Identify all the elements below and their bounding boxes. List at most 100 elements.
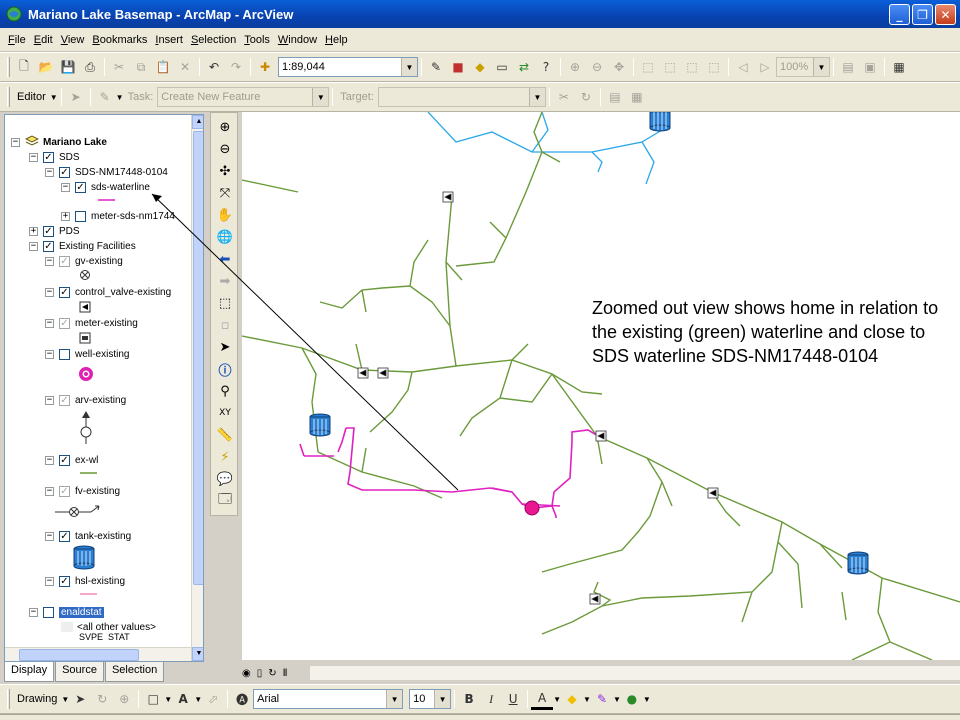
rectangle-icon[interactable]: □ — [142, 688, 164, 710]
collapse-icon[interactable]: − — [61, 182, 70, 192]
collapse-icon[interactable]: − — [45, 395, 54, 405]
chevron-down-icon[interactable]: ▼ — [613, 695, 621, 704]
chevron-down-icon[interactable]: ▼ — [813, 58, 829, 76]
clear-selection-icon[interactable]: ▫ — [214, 315, 236, 335]
toolbar-grip[interactable] — [7, 87, 10, 107]
toc-layer-tank[interactable]: − ✓ tank-existing — [45, 529, 131, 543]
chevron-down-icon[interactable]: ▼ — [116, 93, 124, 102]
toc-layer-enaldstat[interactable]: − enaldstat — [29, 605, 104, 619]
bold-button[interactable]: B — [458, 688, 480, 710]
cut-icon[interactable]: ✂ — [108, 56, 130, 78]
toc-layer-arv[interactable]: − ✓ arv-existing — [45, 393, 126, 407]
layer-checkbox[interactable] — [59, 348, 70, 360]
identify-icon[interactable]: ⓘ — [214, 359, 236, 379]
layout-view-icon[interactable]: ▯ — [257, 668, 263, 679]
toc-layer-meter-sds[interactable]: + meter-sds-nm1744 — [61, 209, 175, 223]
map-horizontal-scrollbar[interactable] — [310, 666, 960, 680]
minimize-button[interactable]: _ — [889, 4, 910, 25]
pan-hand-icon[interactable]: ✋ — [214, 205, 236, 225]
go-to-xy-icon[interactable]: XY — [214, 403, 236, 423]
close-button[interactable]: ✕ — [935, 4, 956, 25]
chevron-down-icon[interactable]: ▼ — [401, 58, 417, 76]
layer-checkbox[interactable]: ✓ — [59, 454, 70, 466]
edit-vertices-icon[interactable]: ⬀ — [202, 688, 224, 710]
toolbar-grip[interactable] — [7, 689, 10, 709]
layer-checkbox[interactable]: ✓ — [59, 255, 70, 267]
drawing-menu-button[interactable]: Drawing — [17, 693, 57, 705]
layer-checkbox[interactable]: ✓ — [59, 286, 70, 298]
fixed-zoom-out-icon[interactable]: ⬚ — [681, 56, 703, 78]
find-binoculars-icon[interactable]: ⚲ — [214, 381, 236, 401]
refresh-icon[interactable]: ↻ — [268, 668, 276, 679]
toc-layer-existing[interactable]: − ✓ Existing Facilities — [29, 239, 136, 253]
layer-checkbox[interactable]: ✓ — [59, 394, 70, 406]
chevron-down-icon[interactable]: ▼ — [61, 695, 69, 704]
select-elements-arrow-icon[interactable]: ➤ — [214, 337, 236, 357]
toc-layer-sds-waterline[interactable]: − ✓ sds-waterline — [61, 180, 150, 194]
toggle-draft-mode-icon[interactable]: ▤ — [837, 56, 859, 78]
undo-icon[interactable]: ↶ — [203, 56, 225, 78]
select-features-icon[interactable]: ⬚ — [214, 293, 236, 313]
toc-layer-fv[interactable]: − ✓ fv-existing — [45, 484, 120, 498]
chevron-down-icon[interactable]: ▼ — [386, 690, 403, 708]
collapse-icon[interactable]: − — [45, 318, 54, 328]
toc-layer-gv[interactable]: − ✓ gv-existing — [45, 254, 123, 268]
go-back-extent-icon[interactable]: ◁ — [732, 56, 754, 78]
go-forward-arrow-icon[interactable]: ➡ — [214, 271, 236, 291]
layer-checkbox[interactable]: ✓ — [59, 575, 70, 587]
layer-checkbox[interactable]: ✓ — [43, 225, 54, 237]
underline-button[interactable]: U — [502, 688, 524, 710]
toc-layer-hsl[interactable]: − ✓ hsl-existing — [45, 574, 125, 588]
layout-pan-icon[interactable]: ✥ — [608, 56, 630, 78]
text-icon[interactable]: 🅐 — [231, 688, 253, 710]
zoom-to-selected-icon[interactable]: ⊕ — [113, 688, 135, 710]
zoom-100-icon[interactable]: ⬚ — [703, 56, 725, 78]
collapse-icon[interactable]: − — [45, 256, 54, 266]
save-icon[interactable]: 💾 — [57, 56, 79, 78]
chevron-down-icon[interactable]: ▼ — [643, 695, 651, 704]
layer-checkbox[interactable]: ✓ — [75, 181, 86, 193]
menu-view[interactable]: View — [57, 32, 89, 48]
editor-menu-button[interactable]: Editor — [17, 91, 46, 103]
chevron-down-icon[interactable]: ▼ — [312, 88, 329, 106]
modelbuilder-icon[interactable]: ⇄ — [513, 56, 535, 78]
layer-checkbox[interactable]: ✓ — [43, 240, 54, 252]
collapse-icon[interactable]: − — [45, 167, 54, 177]
collapse-icon[interactable]: − — [45, 287, 54, 297]
chevron-down-icon[interactable]: ▼ — [194, 695, 202, 704]
html-popup-icon[interactable]: 💬 — [214, 469, 236, 489]
focus-data-frame-icon[interactable]: ▣ — [859, 56, 881, 78]
open-folder-icon[interactable]: 📂 — [35, 56, 57, 78]
hyperlink-lightning-icon[interactable]: ⚡ — [214, 447, 236, 467]
rotate-icon[interactable]: ↻ — [91, 688, 113, 710]
layout-zoom-out-icon[interactable]: ⊖ — [586, 56, 608, 78]
marker-color-icon[interactable]: ● — [621, 688, 643, 710]
layer-checkbox[interactable] — [43, 606, 54, 618]
collapse-icon[interactable]: − — [11, 137, 20, 147]
scroll-up-icon[interactable]: ▲ — [192, 115, 203, 129]
go-forward-extent-icon[interactable]: ▷ — [754, 56, 776, 78]
whats-this-help-icon[interactable]: ? — [535, 56, 557, 78]
maximize-button[interactable]: ❐ — [912, 4, 933, 25]
scroll-thumb[interactable] — [19, 649, 139, 661]
toc-layer-ex-wl[interactable]: − ✓ ex-wl — [45, 453, 98, 467]
menu-window[interactable]: Window — [274, 32, 321, 48]
expand-icon[interactable]: + — [61, 211, 70, 221]
redo-icon[interactable]: ↷ — [225, 56, 247, 78]
full-extent-globe-icon[interactable]: 🌐 — [214, 227, 236, 247]
add-data-icon[interactable]: ✚ — [254, 56, 276, 78]
create-viewer-window-icon[interactable]: 🗔 — [214, 491, 236, 511]
map-canvas[interactable] — [242, 112, 960, 660]
fixed-zoom-in-icon[interactable]: ⬚ — [659, 56, 681, 78]
chevron-down-icon[interactable]: ▼ — [583, 695, 591, 704]
attributes-icon[interactable]: ▤ — [604, 86, 626, 108]
chevron-down-icon[interactable]: ▼ — [434, 690, 451, 708]
command-line-icon[interactable]: ▭ — [491, 56, 513, 78]
measure-icon[interactable]: 📏 — [214, 425, 236, 445]
tab-source[interactable]: Source — [55, 662, 104, 682]
new-document-icon[interactable]: 🗋 — [13, 56, 35, 78]
menu-tools[interactable]: Tools — [240, 32, 274, 48]
sketch-tool-icon[interactable]: ✎ — [94, 86, 116, 108]
fill-color-icon[interactable]: ◆ — [561, 688, 583, 710]
select-elements-icon[interactable]: ➤ — [69, 688, 91, 710]
